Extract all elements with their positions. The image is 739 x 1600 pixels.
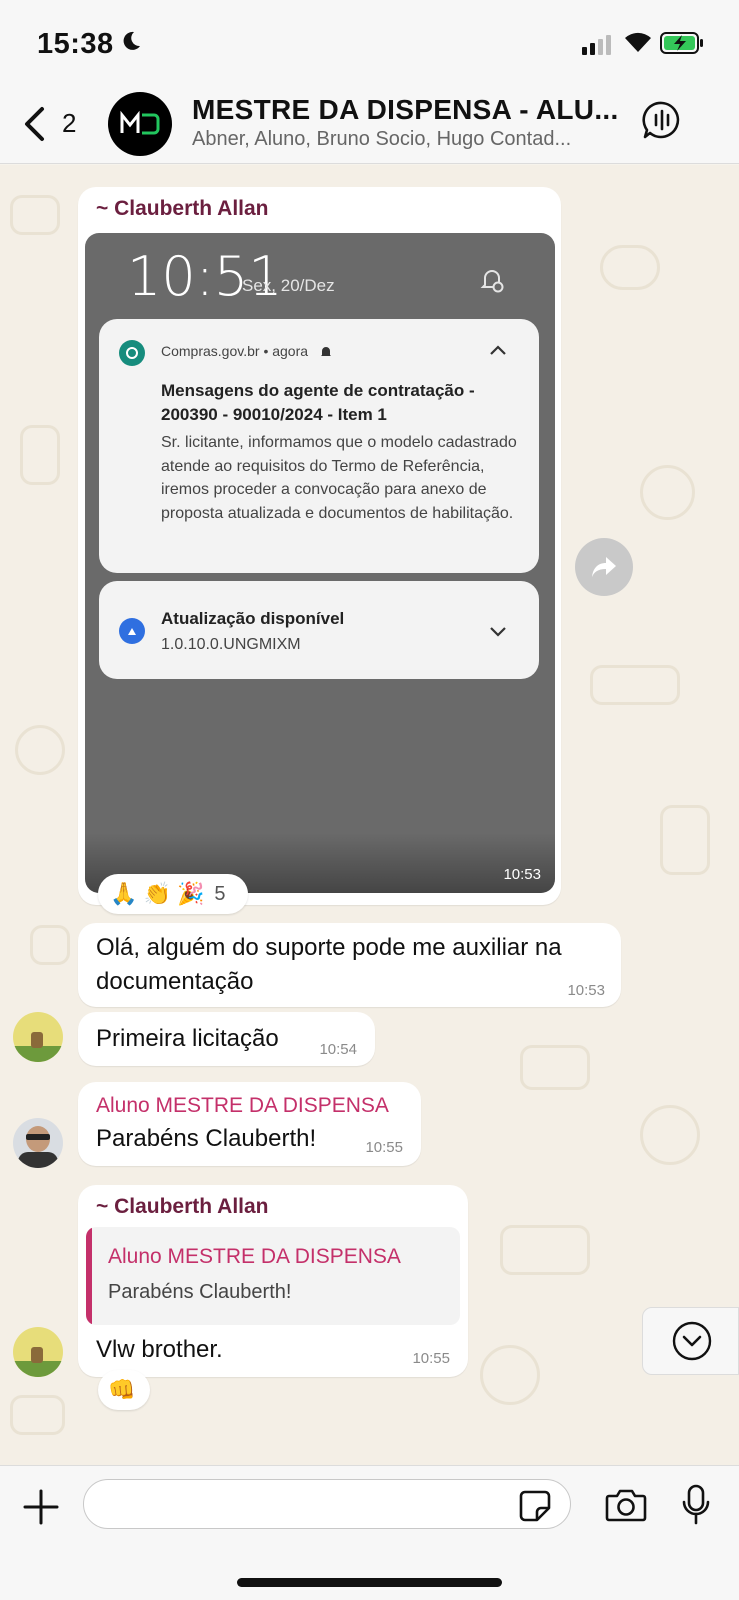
cellular-signal-icon [582,35,611,55]
quote-bar [86,1227,92,1325]
message-text: Parabéns Clauberth! [96,1125,317,1152]
avatar-clauberth[interactable] [13,1012,63,1062]
status-bar: 15:38 [0,0,739,80]
update-version: 1.0.10.0.UNGMIXM [161,636,301,653]
camera-icon[interactable] [605,1488,647,1522]
wallpaper-doodle [20,425,60,485]
quote-text: Parabéns Clauberth! [108,1281,292,1303]
group-members[interactable]: Abner, Aluno, Bruno Socio, Hugo Contad..… [192,128,571,151]
bell-icon [321,347,331,356]
wallpaper-doodle [590,665,680,705]
wallpaper-doodle [520,1045,590,1090]
notification-app-name: Compras.gov.br • agora [161,343,309,359]
shared-screenshot[interactable]: 10:51 Sex, 20/Dez Compras.gov.br • agora… [85,233,555,893]
chevron-down-icon [490,627,506,637]
clock: 15:38 [37,28,114,60]
notification-settings-icon [480,270,504,293]
plus-icon[interactable] [22,1488,60,1526]
reaction-emojis: 🙏 👏 🎉 [110,881,205,906]
update-title: Atualização disponível [161,609,345,628]
moon-icon [123,31,140,50]
reaction-count: 5 [214,882,226,905]
wallpaper-doodle [15,725,65,775]
wallpaper-doodle [500,1225,590,1275]
update-app-icon [119,618,145,644]
reaction-emojis: 👊 [108,1377,136,1402]
text-message[interactable]: Aluno MESTRE DA DISPENSA Parabéns Claube… [78,1082,421,1166]
wifi-icon [625,32,651,52]
back-chevron-icon[interactable] [22,106,46,142]
message-time: 10:53 [567,982,605,999]
group-title[interactable]: MESTRE DA DISPENSA - ALU... [192,94,619,126]
wallpaper-doodle [640,465,695,520]
group-avatar[interactable] [108,92,172,156]
quoted-message[interactable]: Aluno MESTRE DA DISPENSA Parabéns Claube… [86,1227,460,1325]
message-input[interactable] [83,1479,571,1529]
wallpaper-doodle [30,925,70,965]
reactions-pill[interactable]: 🙏 👏 🎉 5 [98,874,248,914]
microphone-icon[interactable] [681,1484,711,1526]
wallpaper-doodle [480,1345,540,1405]
avatar-clauberth[interactable] [13,1327,63,1377]
chat-header: 2 MESTRE DA DISPENSA - ALU... Abner, Alu… [0,80,739,164]
forward-button[interactable] [575,538,633,596]
wallpaper-doodle [10,1395,65,1435]
home-indicator[interactable] [237,1578,502,1587]
message-time: 10:54 [319,1041,357,1058]
sticker-icon[interactable] [519,1490,551,1522]
notification-card-update: Atualização disponível 1.0.10.0.UNGMIXM [99,581,539,679]
message-time: 10:55 [412,1350,450,1367]
compras-app-icon [119,340,145,366]
chevron-up-icon [490,345,506,355]
notification-body: Sr. licitante, informamos que o modelo c… [161,434,517,522]
chat-area[interactable]: ~ Clauberth Allan 10:51 Sex, 20/Dez Comp… [0,165,739,1465]
message-sender: ~ Clauberth Allan [96,197,269,220]
wallpaper-doodle [600,245,660,290]
reply-message[interactable]: ~ Clauberth Allan Aluno MESTRE DA DISPEN… [78,1185,468,1377]
group-logo-icon [120,110,160,135]
composer-bar [0,1465,739,1600]
reactions-pill[interactable]: 👊 [98,1370,150,1410]
notification-card-compras: Compras.gov.br • agora Mensagens do agen… [99,319,539,573]
wallpaper-doodle [660,805,710,875]
message-time: 10:55 [365,1139,403,1156]
wallpaper-doodle [640,1105,700,1165]
message-text: Primeira licitação [96,1025,279,1052]
text-message[interactable]: Primeira licitação 10:54 [78,1012,375,1066]
quote-sender: Aluno MESTRE DA DISPENSA [108,1245,401,1268]
message-time: 10:53 [503,866,541,883]
wallpaper-doodle [10,195,60,235]
chevron-down-circle-icon [672,1321,712,1361]
message-text: Olá, alguém do suporte pode me auxiliar … [96,934,562,995]
notification-title: Mensagens do agente de contratação - 200… [161,381,475,424]
message-sender: Aluno MESTRE DA DISPENSA [96,1094,389,1117]
voice-chat-icon[interactable] [642,100,682,140]
unread-count[interactable]: 2 [62,108,76,139]
text-message[interactable]: Olá, alguém do suporte pode me auxiliar … [78,923,621,1007]
avatar-aluno[interactable] [13,1118,63,1168]
message-sender: ~ Clauberth Allan [96,1195,269,1218]
forward-arrow-icon [592,557,616,577]
battery-charging-icon [660,32,703,54]
lockscreen-date: Sex, 20/Dez [242,276,335,295]
scroll-to-bottom-button[interactable] [642,1307,739,1375]
message-text: Vlw brother. [96,1336,223,1363]
